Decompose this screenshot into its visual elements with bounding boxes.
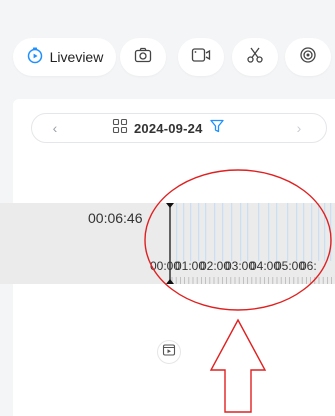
recording-segment bbox=[296, 203, 298, 261]
grid-icon bbox=[112, 118, 128, 139]
top-toolbar: Liveview bbox=[0, 0, 335, 86]
camera-icon bbox=[134, 47, 152, 68]
timeline-tick-label: 06: bbox=[300, 259, 317, 273]
recording-segment bbox=[311, 203, 313, 261]
recording-segment bbox=[247, 203, 249, 261]
liveview-button[interactable]: Liveview bbox=[13, 38, 116, 76]
timeline-tick-label: 02:00 bbox=[200, 259, 231, 273]
recording-segment bbox=[287, 203, 289, 261]
recording-segment bbox=[324, 203, 326, 261]
app-screen: Liveview ‹ 2024-09-24 › 00:06:46 00:00 0… bbox=[0, 0, 335, 416]
next-day-button[interactable]: › bbox=[290, 119, 308, 137]
liveview-icon bbox=[26, 46, 44, 69]
recording-segment bbox=[231, 203, 233, 261]
recording-segment bbox=[268, 203, 270, 261]
recording-segment bbox=[190, 203, 192, 261]
playback-mode-button[interactable] bbox=[157, 340, 181, 364]
recording-segment bbox=[318, 203, 320, 261]
playback-timeline[interactable]: 00:06:46 00:00 01:00 02:00 03:00 04:00 05:00 0… bbox=[0, 203, 335, 284]
video-clip-icon bbox=[162, 343, 176, 362]
timeline-cursor-bottom bbox=[166, 279, 174, 284]
current-time: 00:06:46 bbox=[88, 210, 143, 226]
recording-segment bbox=[183, 203, 185, 261]
video-camera-icon bbox=[191, 47, 211, 68]
timeline-cursor-top bbox=[166, 203, 174, 208]
recording-segment bbox=[176, 203, 178, 261]
liveview-label: Liveview bbox=[49, 49, 104, 65]
aperture-icon bbox=[299, 46, 317, 69]
record-button[interactable] bbox=[178, 38, 224, 76]
timeline-tick-label: 00:00 bbox=[150, 259, 181, 273]
filter-icon[interactable] bbox=[209, 118, 225, 139]
recording-segment bbox=[214, 203, 216, 261]
timeline-tick-label: 03:00 bbox=[225, 259, 256, 273]
recording-segment bbox=[222, 203, 224, 261]
recording-segment bbox=[258, 203, 260, 261]
timeline-tick-label: 01:00 bbox=[175, 259, 206, 273]
timeline-tick-label: 05:00 bbox=[275, 259, 306, 273]
recording-segment bbox=[330, 203, 332, 261]
date-picker: ‹ 2024-09-24 › bbox=[31, 113, 327, 143]
recording-segment bbox=[303, 203, 305, 261]
recording-segment bbox=[198, 203, 200, 261]
date-selector[interactable]: 2024-09-24 bbox=[112, 114, 225, 142]
aperture-button[interactable] bbox=[285, 38, 331, 76]
scissors-icon bbox=[246, 46, 264, 69]
recording-segment bbox=[276, 203, 278, 261]
timeline-tick-label: 04:00 bbox=[250, 259, 281, 273]
recording-segment bbox=[240, 203, 242, 261]
selected-date: 2024-09-24 bbox=[134, 120, 203, 136]
snapshot-button[interactable] bbox=[120, 38, 166, 76]
timeline-ticks: 00:00 01:00 02:00 03:00 04:00 05:00 06: bbox=[150, 259, 335, 279]
previous-day-button[interactable]: ‹ bbox=[46, 119, 64, 137]
recording-segment bbox=[205, 203, 207, 261]
clip-button[interactable] bbox=[232, 38, 278, 76]
